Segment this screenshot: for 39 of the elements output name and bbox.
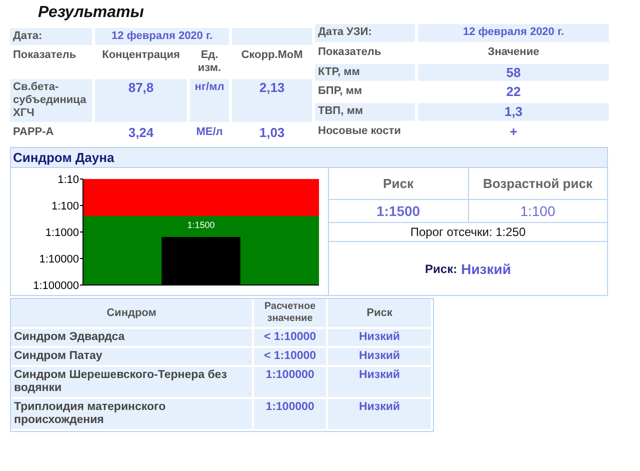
axis-tick-label: 1:1000 (45, 227, 79, 239)
column-header: Возрастной риск (468, 168, 607, 199)
table-cell: МЕ/л (190, 124, 232, 143)
date-label: Дата: (10, 28, 95, 47)
axis-tick-label: 1:10000 (39, 254, 79, 266)
column-header: Расчетное значение (254, 299, 328, 329)
table-cell: Низкий (328, 348, 433, 367)
table-cell: Триплоидия материнского происхождения (11, 399, 254, 431)
table-cell: < 1:10000 (254, 329, 328, 348)
table-cell: Низкий (328, 367, 433, 399)
table-cell: 3,24 (95, 124, 190, 143)
cutoff-text: Порог отсечки: 1:250 (410, 225, 526, 239)
column-header: Синдром (11, 299, 254, 329)
axis-tick-label: 1:100 (51, 200, 79, 212)
table-cell: Низкий (328, 329, 433, 348)
risk-label: Риск: (425, 262, 458, 276)
section-title: Синдром Дауна (11, 148, 607, 168)
table-cell: < 1:10000 (254, 348, 328, 367)
table-cell: Св.бета-субъединица ХГЧ (10, 79, 95, 124)
table-cell: Синдром Шерешевского-Тернера без водянки (11, 367, 254, 399)
age-risk-value: 1:100 (468, 200, 607, 222)
table-cell: Низкий (328, 399, 433, 431)
table-cell: + (418, 123, 612, 143)
table-cell: Синдром Патау (11, 348, 254, 367)
table-cell: Синдром Эдвардса (11, 329, 254, 348)
axis-tick-label: 1:100000 (33, 280, 79, 292)
bar-label: 1:1500 (187, 220, 215, 230)
risk-verdict: Низкий (461, 260, 511, 276)
table-cell: 1:100000 (254, 399, 328, 431)
risk-value: 1:1500 (375, 202, 422, 221)
column-header: Риск (382, 175, 414, 193)
column-header: Риск (328, 299, 433, 329)
table-cell: PAPP-A (10, 124, 95, 143)
table-cell: 87,8 (95, 79, 190, 124)
table-cell: Носовые кости (315, 123, 418, 143)
table-cell: 1:100000 (254, 367, 328, 399)
table-cell: 1,03 (232, 124, 316, 143)
axis-tick-label: 1:10 (58, 174, 79, 186)
results-title: Результаты (38, 4, 145, 23)
